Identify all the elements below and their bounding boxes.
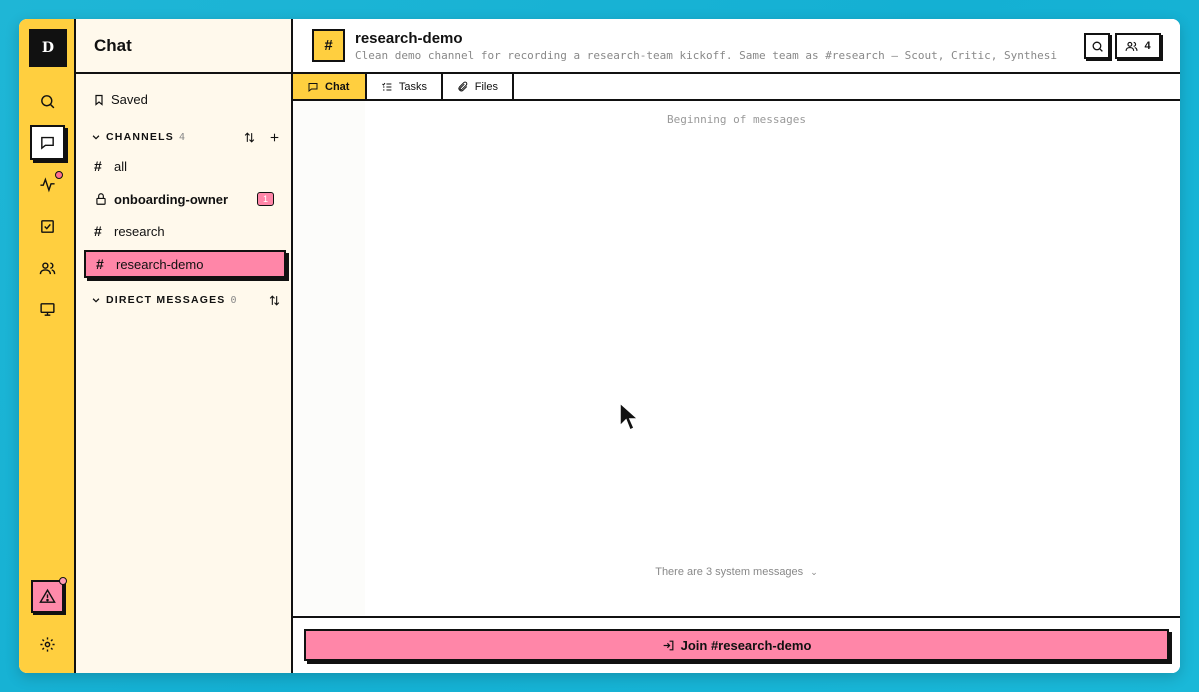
tab-bar: Chat Tasks Files <box>293 74 1180 101</box>
composer-footer: Join #research-demo <box>293 616 1180 673</box>
channel-header: # research-demo Clean demo channel for r… <box>293 19 1180 74</box>
message-list[interactable]: Beginning of messages There are 3 system… <box>293 101 1180 615</box>
channel-description: Clean demo channel for recording a resea… <box>355 49 1057 62</box>
mouse-cursor-icon <box>619 401 640 432</box>
sort-icon[interactable] <box>268 294 281 307</box>
nav-rail: D <box>19 19 76 673</box>
tab-tasks[interactable]: Tasks <box>367 74 443 99</box>
channels-count: 4 <box>178 131 185 143</box>
tab-label: Files <box>474 80 498 93</box>
hash-icon: # <box>94 223 102 239</box>
app-window: D Chat Saved CHANNELS 4 # all onboarding… <box>19 19 1180 673</box>
main-pane: # research-demo Clean demo channel for r… <box>293 19 1180 673</box>
channel-name: research <box>114 223 165 239</box>
channel-item-all[interactable]: # all <box>84 152 286 180</box>
gear-icon[interactable] <box>32 629 62 659</box>
channel-title: research-demo <box>355 30 463 47</box>
chevron-down-icon: ⌄ <box>810 567 818 577</box>
dms-count: 0 <box>230 294 237 306</box>
notification-dot <box>55 171 63 179</box>
notification-dot <box>59 577 67 585</box>
unread-badge: 1 <box>257 192 274 206</box>
monitor-icon[interactable] <box>32 294 62 324</box>
search-icon[interactable] <box>32 86 62 116</box>
dms-label: DIRECT MESSAGES <box>106 294 226 306</box>
dms-section-header[interactable]: DIRECT MESSAGES 0 <box>91 291 281 309</box>
join-channel-button[interactable]: Join #research-demo <box>304 629 1169 661</box>
workspace-logo[interactable]: D <box>29 29 67 67</box>
channel-item-onboarding-owner[interactable]: onboarding-owner 1 <box>84 185 286 213</box>
saved-link[interactable]: Saved <box>93 92 148 107</box>
search-icon <box>1092 41 1103 52</box>
tab-label: Tasks <box>398 80 427 93</box>
add-channel-icon[interactable] <box>268 131 281 144</box>
hash-icon: # <box>94 158 102 174</box>
chevron-down-icon <box>92 135 100 140</box>
activity-icon[interactable] <box>32 169 63 199</box>
chevron-down-icon <box>92 298 100 303</box>
members-count: 4 <box>1144 40 1151 52</box>
hash-icon: # <box>96 256 104 272</box>
sort-icon[interactable] <box>243 131 256 144</box>
saved-label: Saved <box>111 92 148 107</box>
bookmark-icon <box>95 94 103 106</box>
tab-chat[interactable]: Chat <box>293 74 367 99</box>
paperclip-icon <box>458 81 468 91</box>
channel-name: all <box>114 158 128 174</box>
list-icon <box>382 82 392 90</box>
alert-icon[interactable] <box>31 577 67 613</box>
tab-label: Chat <box>325 80 350 93</box>
system-messages-toggle[interactable]: There are 3 system messages ⌄ <box>293 566 1180 578</box>
channel-name: onboarding-owner <box>114 191 229 207</box>
channel-item-research-demo[interactable]: # research-demo <box>84 250 286 278</box>
login-icon <box>663 640 674 650</box>
tasks-icon[interactable] <box>32 211 62 241</box>
chat-icon[interactable] <box>30 125 65 160</box>
members-button[interactable]: 4 <box>1115 33 1161 59</box>
chat-icon <box>308 82 318 92</box>
sidebar-title: Chat <box>76 19 291 74</box>
channel-sidebar: Chat Saved CHANNELS 4 # all onboarding-o… <box>76 19 293 673</box>
lock-icon <box>96 193 106 205</box>
join-label: Join #research-demo <box>680 637 812 653</box>
tab-files[interactable]: Files <box>443 74 514 99</box>
people-icon[interactable] <box>32 253 62 283</box>
channel-item-research[interactable]: # research <box>84 217 286 245</box>
channel-hash-icon: # <box>312 29 345 62</box>
system-messages-label: There are 3 system messages <box>655 566 804 578</box>
beginning-of-messages: Beginning of messages <box>666 113 807 126</box>
message-gutter <box>293 101 365 615</box>
people-icon <box>1125 41 1138 51</box>
channels-section-header[interactable]: CHANNELS 4 <box>91 128 281 146</box>
channel-name: research-demo <box>116 256 204 272</box>
search-button[interactable] <box>1084 33 1110 59</box>
channels-label: CHANNELS <box>106 131 174 143</box>
